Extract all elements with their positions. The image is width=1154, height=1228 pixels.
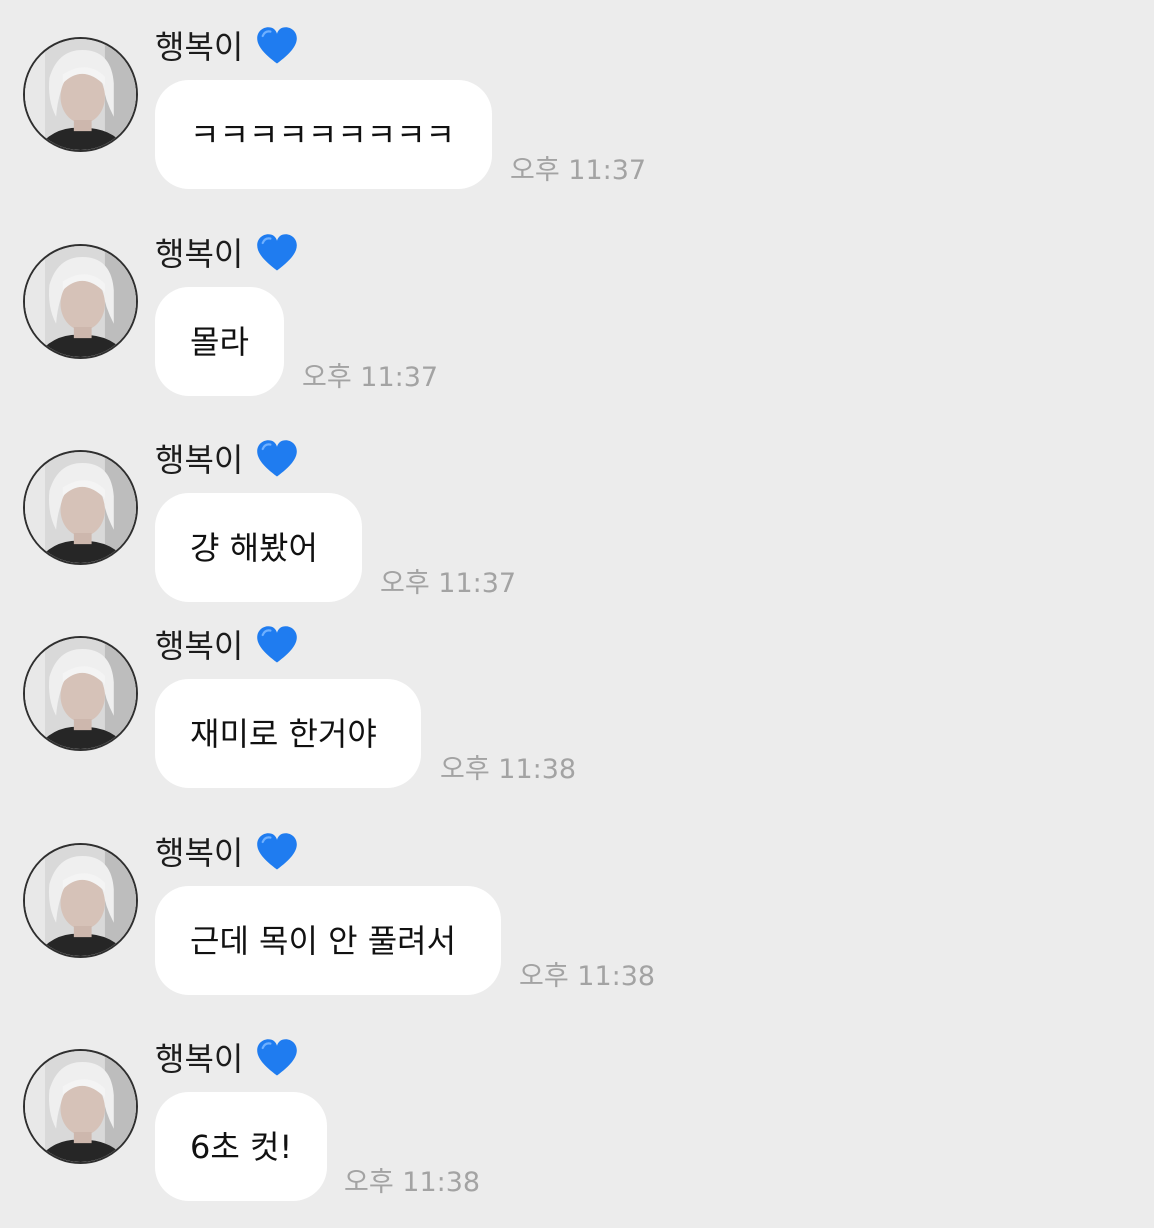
avatar-image	[25, 246, 136, 357]
avatar-image	[25, 845, 136, 956]
avatar-image	[25, 39, 136, 150]
blue-heart-icon	[257, 27, 298, 64]
sender-row: 행복이	[155, 438, 299, 482]
avatar[interactable]	[23, 37, 138, 152]
chat-message: 행복이 근데 목이 안 풀려서 오후 11:38	[0, 806, 1154, 995]
message-text: 몰라	[190, 322, 249, 361]
sender-name: 행복이	[155, 28, 244, 66]
sender-row: 행복이	[155, 624, 299, 668]
blue-heart-icon	[257, 440, 298, 477]
avatar-image	[25, 452, 136, 563]
message-text: 근데 목이 안 풀려서	[190, 921, 457, 960]
avatar[interactable]	[23, 843, 138, 958]
message-timestamp: 오후 11:38	[440, 754, 577, 785]
message-text: 6초 컷!	[190, 1127, 293, 1166]
message-bubble[interactable]: 재미로 한거야	[155, 679, 421, 788]
chat-message: 행복이 재미로 한거야 오후 11:38	[0, 599, 1154, 788]
avatar-image	[25, 638, 136, 749]
message-bubble[interactable]: 근데 목이 안 풀려서	[155, 886, 501, 995]
sender-row: 행복이	[155, 1037, 299, 1081]
avatar-image	[25, 1051, 136, 1162]
message-bubble[interactable]: 몰라	[155, 287, 284, 396]
avatar[interactable]	[23, 244, 138, 359]
message-bubble[interactable]: ㅋㅋㅋㅋㅋㅋㅋㅋㅋ	[155, 80, 492, 189]
message-timestamp: 오후 11:37	[380, 568, 517, 599]
avatar[interactable]	[23, 1049, 138, 1164]
chat-message: 행복이 ㅋㅋㅋㅋㅋㅋㅋㅋㅋ 오후 11:37	[0, 0, 1154, 189]
avatar[interactable]	[23, 450, 138, 565]
sender-row: 행복이	[155, 831, 299, 875]
sender-name: 행복이	[155, 235, 244, 273]
message-text: 재미로 한거야	[190, 714, 377, 753]
sender-name: 행복이	[155, 1040, 244, 1078]
message-timestamp: 오후 11:37	[302, 362, 439, 393]
message-timestamp: 오후 11:38	[519, 961, 656, 992]
chat-message: 행복이 6초 컷! 오후 11:38	[0, 1012, 1154, 1201]
chat-message: 행복이 몰라 오후 11:37	[0, 207, 1154, 396]
message-timestamp: 오후 11:38	[344, 1167, 481, 1198]
sender-name: 행복이	[155, 627, 244, 665]
blue-heart-icon	[257, 1039, 298, 1076]
message-timestamp: 오후 11:37	[510, 155, 647, 186]
sender-row: 행복이	[155, 25, 299, 69]
sender-name: 행복이	[155, 441, 244, 479]
message-bubble[interactable]: 걍 해봤어	[155, 493, 362, 602]
blue-heart-icon	[257, 626, 298, 663]
sender-row: 행복이	[155, 232, 299, 276]
message-text: ㅋㅋㅋㅋㅋㅋㅋㅋㅋ	[190, 115, 455, 154]
message-text: 걍 해봤어	[190, 528, 318, 567]
sender-name: 행복이	[155, 834, 244, 872]
chat-message: 행복이 걍 해봤어 오후 11:37	[0, 413, 1154, 602]
message-bubble[interactable]: 6초 컷!	[155, 1092, 327, 1201]
avatar[interactable]	[23, 636, 138, 751]
blue-heart-icon	[257, 234, 298, 271]
chat-message-list[interactable]: 행복이 ㅋㅋㅋㅋㅋㅋㅋㅋㅋ 오후 11:37 행복이 몰라 오후 11:37 행…	[0, 0, 1154, 1228]
blue-heart-icon	[257, 833, 298, 870]
